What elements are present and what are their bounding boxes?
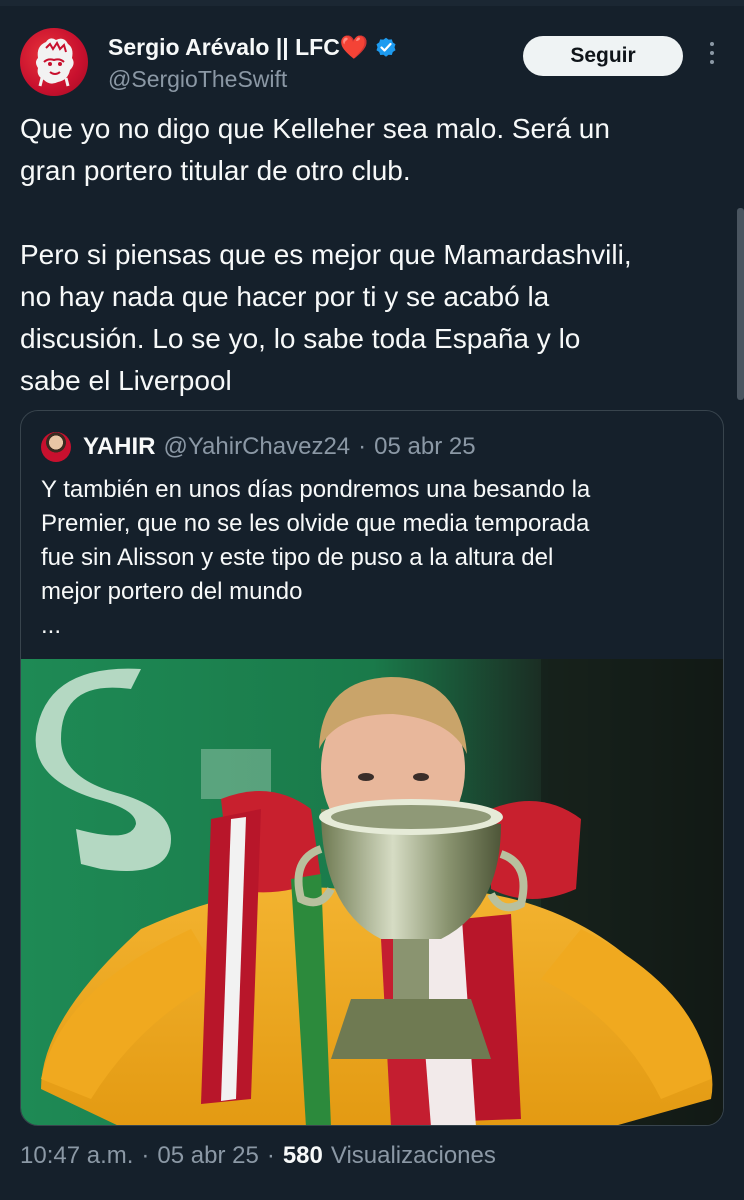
verified-badge-icon: [376, 37, 396, 57]
author-handle[interactable]: @SergioTheSwift: [108, 66, 287, 93]
tweet-header: Sergio Arévalo || LFC❤️ @SergioTheSwift …: [20, 28, 724, 98]
tweet-time[interactable]: 10:47 a.m.: [20, 1142, 133, 1170]
views-label[interactable]: Visualizaciones: [331, 1142, 496, 1170]
quoted-tweet-text: Y también en unos días pondremos una bes…: [41, 476, 591, 639]
quoted-handle: @YahirChavez24: [163, 433, 351, 460]
scrollbar[interactable]: [737, 208, 744, 400]
tweet-text: Que yo no digo que Kelleher sea malo. Se…: [20, 113, 632, 396]
quoted-tweet-header: YAHIR @YahirChavez24 · 05 abr 25: [41, 431, 476, 463]
name-row: Sergio Arévalo || LFC❤️: [108, 32, 398, 62]
quoted-avatar: [41, 432, 71, 462]
tweet-date[interactable]: 05 abr 25: [157, 1142, 258, 1170]
meta-separator: ·: [141, 1142, 150, 1169]
goalkeeper-kissing-trophy-photo[interactable]: [21, 659, 724, 1126]
tweet: Sergio Arévalo || LFC❤️ @SergioTheSwift …: [0, 0, 744, 1200]
display-name[interactable]: Sergio Arévalo || LFC❤️: [108, 34, 368, 61]
avatar[interactable]: [20, 28, 88, 96]
follow-button[interactable]: Seguir: [523, 36, 683, 76]
tweet-meta: 10:47 a.m. · 05 abr 25 · 580 Visualizaci…: [20, 1140, 496, 1172]
quoted-display-name: YAHIR: [83, 433, 156, 460]
views-count[interactable]: 580: [283, 1142, 323, 1170]
meta-separator: ·: [266, 1142, 275, 1169]
more-options-icon[interactable]: [700, 42, 724, 70]
premier-league-lion-icon: [36, 38, 74, 87]
quoted-separator: ·: [358, 433, 367, 460]
quoted-date: 05 abr 25: [374, 433, 476, 460]
quoted-tweet[interactable]: YAHIR @YahirChavez24 · 05 abr 25 Y tambi…: [20, 410, 724, 1126]
